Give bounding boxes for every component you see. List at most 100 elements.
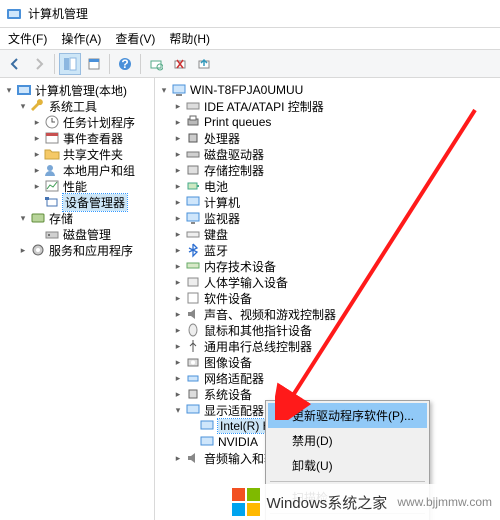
tree-storage[interactable]: ▾ 存储: [18, 210, 152, 226]
ctx-disable[interactable]: 禁用(D): [268, 428, 427, 453]
expand-icon[interactable]: ▸: [32, 133, 42, 143]
device-software[interactable]: ▸软件设备: [173, 290, 498, 306]
collapse-icon[interactable]: ▾: [159, 85, 169, 95]
keyboard-icon: [185, 226, 201, 242]
folder-icon: [44, 146, 60, 162]
expand-icon[interactable]: ▸: [173, 101, 183, 111]
tree-system-tools[interactable]: ▾ 系统工具: [18, 98, 152, 114]
device-batteries[interactable]: ▸ 电池: [173, 178, 498, 194]
show-tree-button[interactable]: [59, 53, 81, 75]
device-sound[interactable]: ▸ 声音、视频和游戏控制器: [173, 306, 498, 322]
expand-icon[interactable]: ▸: [173, 117, 183, 127]
device-label: WIN-T8FPJA0UMUU: [190, 83, 303, 97]
device-label: 图像设备: [204, 354, 252, 371]
device-memory-tech[interactable]: ▸内存技术设备: [173, 258, 498, 274]
ctx-update-driver[interactable]: 更新驱动程序软件(P)...: [268, 403, 427, 428]
device-storage-controllers[interactable]: ▸存储控制器: [173, 162, 498, 178]
expand-icon[interactable]: ▸: [173, 149, 183, 159]
ctx-uninstall[interactable]: 卸载(U): [268, 453, 427, 478]
expand-icon[interactable]: ▸: [173, 245, 183, 255]
device-hid[interactable]: ▸人体学输入设备: [173, 274, 498, 290]
expand-icon[interactable]: ▸: [173, 373, 183, 383]
expand-icon[interactable]: ▸: [173, 309, 183, 319]
collapse-icon[interactable]: ▾: [18, 101, 28, 111]
collapse-icon[interactable]: ▾: [18, 213, 28, 223]
collapse-icon[interactable]: ▾: [4, 85, 14, 95]
tree-performance[interactable]: ▸ 性能: [32, 178, 152, 194]
device-usb[interactable]: ▸ 通用串行总线控制器: [173, 338, 498, 354]
tree-label: 设备管理器: [63, 194, 127, 211]
device-print-queues[interactable]: ▸ Print queues: [173, 114, 498, 130]
expand-icon[interactable]: ▸: [32, 181, 42, 191]
storage-icon: [30, 210, 46, 226]
expand-icon[interactable]: ▸: [173, 133, 183, 143]
expand-icon[interactable]: ▸: [32, 149, 42, 159]
expand-icon[interactable]: ▸: [173, 357, 183, 367]
menu-action[interactable]: 操作(A): [55, 28, 107, 49]
expand-icon[interactable]: ▸: [173, 213, 183, 223]
device-computer[interactable]: ▸计算机: [173, 194, 498, 210]
watermark: Windows系统之家 www.bjjmmw.com: [224, 484, 500, 520]
device-bluetooth[interactable]: ▸蓝牙: [173, 242, 498, 258]
device-mice[interactable]: ▸鼠标和其他指针设备: [173, 322, 498, 338]
camera-icon: [185, 354, 201, 370]
tree-task-scheduler[interactable]: ▸任务计划程序: [32, 114, 152, 130]
help-button[interactable]: ?: [114, 53, 136, 75]
hdd-icon: [185, 146, 201, 162]
tree-root[interactable]: ▾ 计算机管理(本地): [4, 82, 152, 98]
console-tree[interactable]: ▾ 计算机管理(本地) ▾ 系统工具 ▸任务计划程序 ▸事件查看器: [0, 78, 155, 520]
expand-icon[interactable]: ▸: [173, 229, 183, 239]
device-label: 通用串行总线控制器: [204, 338, 312, 355]
menu-view[interactable]: 查看(V): [109, 28, 161, 49]
device-label: 磁盘驱动器: [204, 146, 264, 163]
nav-forward-button[interactable]: [28, 53, 50, 75]
expand-icon[interactable]: ▸: [173, 277, 183, 287]
device-host[interactable]: ▾ WIN-T8FPJA0UMUU: [159, 82, 498, 98]
expand-icon[interactable]: ▸: [173, 181, 183, 191]
menu-help[interactable]: 帮助(H): [163, 28, 216, 49]
device-monitors[interactable]: ▸监视器: [173, 210, 498, 226]
device-label: 电池: [204, 178, 228, 195]
scan-hardware-button[interactable]: [145, 53, 167, 75]
device-imaging[interactable]: ▸ 图像设备: [173, 354, 498, 370]
device-disk-drives[interactable]: ▸ 磁盘驱动器: [173, 146, 498, 162]
collapse-icon[interactable]: ▾: [173, 405, 183, 415]
tree-services-apps[interactable]: ▸服务和应用程序: [18, 242, 152, 258]
expand-icon[interactable]: ▸: [32, 117, 42, 127]
device-network[interactable]: ▸网络适配器: [173, 370, 498, 386]
nav-back-button[interactable]: [4, 53, 26, 75]
expand-icon[interactable]: ▸: [173, 325, 183, 335]
watermark-text: Windows系统之家: [266, 492, 387, 513]
device-tree[interactable]: ▾ WIN-T8FPJA0UMUU ▸IDE ATA/ATAPI 控制器 ▸ Pr…: [155, 78, 500, 520]
update-driver-button[interactable]: [193, 53, 215, 75]
device-keyboards[interactable]: ▸键盘: [173, 226, 498, 242]
device-ide[interactable]: ▸IDE ATA/ATAPI 控制器: [173, 98, 498, 114]
clock-icon: [44, 114, 60, 130]
expand-icon[interactable]: ▸: [18, 245, 28, 255]
event-icon: [44, 130, 60, 146]
tree-disk-management[interactable]: 磁盘管理: [32, 226, 152, 242]
tree-local-users[interactable]: ▸本地用户和组: [32, 162, 152, 178]
blank-expand: [187, 437, 197, 447]
device-label: 声音、视频和游戏控制器: [204, 306, 336, 323]
uninstall-button[interactable]: [169, 53, 191, 75]
menu-file[interactable]: 文件(F): [2, 28, 53, 49]
expand-icon[interactable]: ▸: [173, 389, 183, 399]
expand-icon[interactable]: ▸: [173, 197, 183, 207]
expand-icon[interactable]: ▸: [173, 261, 183, 271]
expand-icon[interactable]: ▸: [173, 293, 183, 303]
tree-label: 性能: [63, 178, 87, 195]
tree-device-manager[interactable]: 设备管理器: [32, 194, 152, 210]
tree-shared-folders[interactable]: ▸共享文件夹: [32, 146, 152, 162]
tree-event-viewer[interactable]: ▸事件查看器: [32, 130, 152, 146]
expand-icon[interactable]: ▸: [173, 453, 183, 463]
device-processors[interactable]: ▸处理器: [173, 130, 498, 146]
ide-icon: [185, 98, 201, 114]
expand-icon[interactable]: ▸: [173, 165, 183, 175]
net-icon: [185, 370, 201, 386]
device-label: Print queues: [204, 115, 271, 129]
window-title: 计算机管理: [28, 5, 88, 22]
properties-button[interactable]: [83, 53, 105, 75]
expand-icon[interactable]: ▸: [173, 341, 183, 351]
expand-icon[interactable]: ▸: [32, 165, 42, 175]
